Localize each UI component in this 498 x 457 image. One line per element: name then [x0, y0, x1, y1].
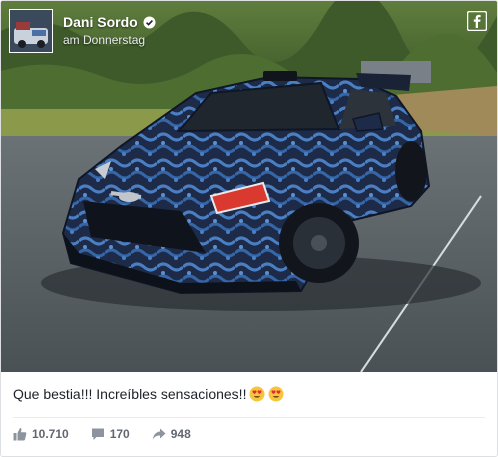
like-count: 10.710: [32, 427, 69, 441]
heart-eyes-emoji-icon: [249, 386, 265, 402]
share-count-button[interactable]: 948: [152, 427, 191, 441]
comment-count-button[interactable]: 170: [91, 427, 130, 441]
avatar-image: [10, 10, 52, 52]
like-count-button[interactable]: 10.710: [13, 427, 69, 441]
thumbs-up-icon: [13, 428, 27, 441]
caption-text: Que bestia!!! Increíbles sensaciones!!: [13, 386, 247, 402]
comment-count: 170: [109, 427, 130, 441]
divider: [13, 417, 485, 418]
verified-badge-icon: [143, 16, 156, 28]
author-row: Dani Sordo: [63, 14, 156, 30]
rally-car-image: [1, 1, 497, 372]
facebook-icon[interactable]: [467, 11, 487, 31]
post-stats: 10.710 170 948: [13, 427, 213, 441]
post-date[interactable]: am Donnerstag: [63, 33, 145, 47]
share-count: 948: [170, 427, 191, 441]
heart-eyes-emoji-icon: [268, 386, 284, 402]
post-header: Dani Sordo am Donnerstag: [9, 9, 489, 55]
comment-bubble-icon: [91, 428, 104, 440]
post-photo[interactable]: Dani Sordo am Donnerstag: [1, 1, 497, 372]
share-arrow-icon: [152, 428, 166, 440]
avatar[interactable]: [9, 9, 53, 53]
post-caption: Que bestia!!! Increíbles sensaciones!!: [13, 386, 284, 402]
author-name[interactable]: Dani Sordo: [63, 14, 138, 30]
social-post-card: Dani Sordo am Donnerstag Que bestia!!! I…: [0, 0, 498, 457]
